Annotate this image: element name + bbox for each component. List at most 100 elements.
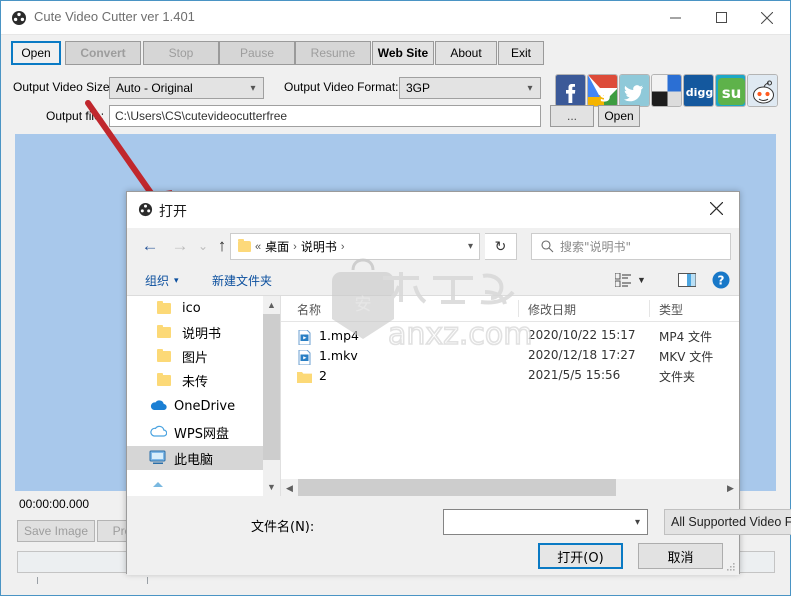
dialog-open-button[interactable]: 打开(O) xyxy=(538,543,623,569)
sidebar-item-manual[interactable]: 说明书 xyxy=(127,320,281,344)
scroll-left-icon[interactable]: ◀ xyxy=(281,479,298,497)
filter-value: All Supported Video Format xyxy=(671,515,791,529)
chevron-down-icon[interactable]: ▾ xyxy=(635,517,640,528)
file-row[interactable]: 1.mkv 2020/12/18 17:27 MKV 文件 xyxy=(281,348,739,367)
preview-pane-icon xyxy=(678,273,696,287)
chevron-down-icon: ▾ xyxy=(527,82,533,94)
file-type: MP4 文件 xyxy=(659,330,713,344)
sidebar-item-pictures[interactable]: 图片 xyxy=(127,344,281,368)
sidebar-item-partial[interactable] xyxy=(127,472,281,496)
scroll-right-icon[interactable]: ▶ xyxy=(722,479,739,497)
dialog-content: ico 说明书 图片 未传 OneDrive WPS网盘 此电脑 ▲ ▼ 名称 … xyxy=(127,296,739,496)
breadcrumb-prefix: « xyxy=(255,240,262,253)
dialog-footer: 文件名(N): ▾ All Supported Video Format ▾ 打… xyxy=(127,496,791,575)
dialog-close-button[interactable] xyxy=(693,192,739,225)
folder-icon xyxy=(297,370,312,385)
svg-text:?: ? xyxy=(718,274,725,288)
folder-icon xyxy=(157,372,175,388)
dialog-titlebar: 打开 xyxy=(127,192,739,228)
sidebar-item-unsent[interactable]: 未传 xyxy=(127,368,281,392)
about-button[interactable]: About xyxy=(435,41,497,65)
folder-icon xyxy=(238,239,251,252)
list-view-icon xyxy=(615,273,631,287)
preview-pane-button[interactable] xyxy=(678,273,696,290)
organize-label: 组织 xyxy=(145,274,170,288)
sidebar-item-label: WPS网盘 xyxy=(174,426,229,442)
filename-input[interactable]: ▾ xyxy=(443,509,648,535)
file-type: 文件夹 xyxy=(659,370,696,384)
file-name: 1.mp4 xyxy=(319,328,359,343)
exit-button[interactable]: Exit xyxy=(498,41,544,65)
file-row[interactable]: 2 2021/5/5 15:56 文件夹 xyxy=(281,368,739,387)
view-mode-button[interactable]: ▼ xyxy=(615,273,646,287)
new-folder-button[interactable]: 新建文件夹 xyxy=(212,272,272,289)
column-header-name[interactable]: 名称 xyxy=(297,301,321,318)
open-button[interactable]: Open xyxy=(11,41,61,65)
sidebar-item-ico[interactable]: ico xyxy=(127,296,281,320)
resize-grip[interactable] xyxy=(726,562,736,572)
scrollbar-thumb[interactable] xyxy=(298,479,616,496)
resume-button[interactable]: Resume xyxy=(295,41,371,65)
breadcrumb-separator: › xyxy=(293,240,297,253)
sidebar-item-wps-cloud[interactable]: WPS网盘 xyxy=(127,420,281,444)
open-file-button[interactable]: Open xyxy=(598,105,640,127)
sidebar-item-this-pc[interactable]: 此电脑 xyxy=(127,446,281,470)
breadcrumb-item-current[interactable]: 说明书 xyxy=(301,238,337,255)
minimize-button[interactable] xyxy=(652,1,698,34)
sidebar-scrollbar[interactable]: ▲ ▼ xyxy=(263,296,280,496)
convert-button[interactable]: Convert xyxy=(65,41,141,65)
refresh-button[interactable]: ↻ xyxy=(485,233,517,260)
back-button[interactable]: ← xyxy=(137,233,163,259)
sidebar-item-label: 未传 xyxy=(182,374,209,390)
file-row[interactable]: 1.mp4 2020/10/22 15:17 MP4 文件 xyxy=(281,328,739,347)
output-size-value: Auto - Original xyxy=(116,81,193,95)
website-button[interactable]: Web Site xyxy=(372,41,434,65)
column-header-date[interactable]: 修改日期 xyxy=(528,301,576,318)
scroll-up-icon[interactable]: ▲ xyxy=(263,296,280,314)
close-button[interactable] xyxy=(744,1,790,34)
save-image-button[interactable]: Save Image xyxy=(17,520,95,542)
cloud-icon xyxy=(149,424,168,440)
folder-icon xyxy=(157,300,175,316)
file-name: 2 xyxy=(319,368,327,383)
pause-button[interactable]: Pause xyxy=(219,41,295,65)
column-divider[interactable] xyxy=(649,300,650,317)
video-file-icon xyxy=(297,329,312,346)
filename-label: 文件名(N): xyxy=(251,520,315,535)
help-button[interactable]: ? xyxy=(712,271,730,292)
file-type-filter-select[interactable]: All Supported Video Format ▾ xyxy=(664,509,791,535)
file-list-hscrollbar[interactable]: ◀ ▶ xyxy=(281,479,739,496)
column-divider[interactable] xyxy=(518,300,519,317)
film-reel-icon xyxy=(11,10,27,26)
sidebar-item-label: ico xyxy=(182,300,201,316)
video-file-icon xyxy=(297,349,312,366)
file-name: 1.mkv xyxy=(319,348,358,363)
chevron-down-icon[interactable]: ▾ xyxy=(468,241,473,252)
open-file-dialog: 打开 ← → ⌄ ↑ « 桌面 › 说明书 › ▾ ↻ 搜索"说明书" 组织 ▾… xyxy=(126,191,791,575)
scroll-down-icon[interactable]: ▼ xyxy=(263,478,280,496)
file-date: 2021/5/5 15:56 xyxy=(528,368,621,382)
stop-button[interactable]: Stop xyxy=(143,41,219,65)
sidebar-item-label: 图片 xyxy=(182,350,209,366)
file-date: 2020/10/22 15:17 xyxy=(528,328,636,342)
maximize-button[interactable] xyxy=(698,1,744,34)
network-icon xyxy=(149,476,167,492)
breadcrumb[interactable]: « 桌面 › 说明书 › ▾ xyxy=(230,233,480,260)
browse-button[interactable]: ... xyxy=(550,105,594,127)
scrollbar-thumb[interactable] xyxy=(263,314,280,460)
search-input[interactable]: 搜索"说明书" xyxy=(531,233,731,260)
search-placeholder: 搜索"说明书" xyxy=(560,240,632,254)
column-header-type[interactable]: 类型 xyxy=(659,301,683,318)
dialog-title: 打开 xyxy=(159,203,187,219)
navigation-pane: ico 说明书 图片 未传 OneDrive WPS网盘 此电脑 ▲ ▼ xyxy=(127,296,281,496)
sidebar-item-onedrive[interactable]: OneDrive xyxy=(127,394,281,418)
film-reel-icon xyxy=(138,202,153,217)
output-format-select[interactable]: 3GP ▾ xyxy=(399,77,541,99)
help-icon: ? xyxy=(712,271,730,289)
breadcrumb-item-desktop[interactable]: 桌面 xyxy=(265,238,289,255)
output-size-select[interactable]: Auto - Original ▾ xyxy=(109,77,264,99)
breadcrumb-separator: › xyxy=(340,240,345,253)
dialog-cancel-button[interactable]: 取消 xyxy=(638,543,723,569)
organize-button[interactable]: 组织 ▾ xyxy=(145,272,179,289)
output-format-label: Output Video Format: xyxy=(284,80,399,94)
